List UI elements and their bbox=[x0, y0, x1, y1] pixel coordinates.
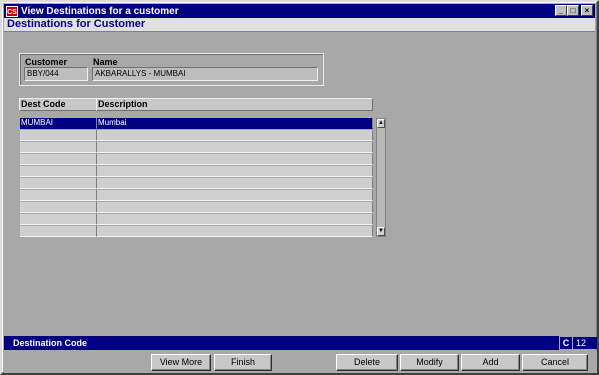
form-header: Destinations for Customer bbox=[4, 18, 595, 32]
window-controls: _ □ × bbox=[555, 5, 593, 16]
table-row[interactable] bbox=[20, 190, 373, 201]
customer-name-field[interactable]: AKBARALLYS - MUMBAI bbox=[92, 67, 318, 81]
status-count: 12 bbox=[573, 337, 597, 349]
dest-code-cell[interactable] bbox=[20, 202, 97, 213]
description-cell[interactable] bbox=[97, 166, 373, 177]
description-cell[interactable] bbox=[97, 214, 373, 225]
dest-code-cell[interactable] bbox=[20, 190, 97, 201]
modify-button[interactable]: Modify bbox=[400, 354, 459, 371]
form-title: Destinations for Customer bbox=[7, 18, 146, 30]
table-row[interactable] bbox=[20, 202, 373, 213]
close-icon[interactable]: × bbox=[581, 5, 593, 16]
scroll-down-icon[interactable]: ▼ bbox=[377, 227, 385, 236]
description-cell[interactable] bbox=[97, 190, 373, 201]
grid-scrollbar[interactable]: ▲ ▼ bbox=[376, 118, 386, 237]
dest-code-cell[interactable]: MUMBAI bbox=[20, 118, 97, 129]
view-more-button[interactable]: View More bbox=[151, 354, 211, 371]
description-cell[interactable] bbox=[97, 202, 373, 213]
table-row[interactable] bbox=[20, 226, 373, 237]
description-cell[interactable] bbox=[97, 226, 373, 237]
table-row[interactable] bbox=[20, 130, 373, 141]
description-cell[interactable] bbox=[97, 154, 373, 165]
column-header-dest-code[interactable]: Dest Code bbox=[19, 98, 97, 111]
status-mode: C bbox=[560, 337, 572, 349]
main-window: CS View Destinations for a customer _ □ … bbox=[0, 0, 599, 375]
title-bar[interactable]: CS View Destinations for a customer _ □ … bbox=[4, 4, 595, 18]
maximize-icon[interactable]: □ bbox=[567, 5, 579, 16]
column-header-description[interactable]: Description bbox=[96, 98, 373, 111]
description-cell[interactable]: Mumbai bbox=[97, 118, 373, 129]
description-cell[interactable] bbox=[97, 130, 373, 141]
description-cell[interactable] bbox=[97, 142, 373, 153]
table-row[interactable] bbox=[20, 178, 373, 189]
minimize-icon[interactable]: _ bbox=[555, 5, 567, 16]
table-row[interactable] bbox=[20, 166, 373, 177]
dest-code-cell[interactable] bbox=[20, 226, 97, 237]
customer-code-field[interactable]: BBY/044 bbox=[24, 67, 88, 81]
status-bar: Destination Code bbox=[4, 336, 559, 350]
table-row[interactable] bbox=[20, 154, 373, 165]
customer-code-label: Customer bbox=[25, 57, 68, 67]
add-button[interactable]: Add bbox=[461, 354, 520, 371]
cancel-button[interactable]: Cancel bbox=[522, 354, 588, 371]
dest-code-cell[interactable] bbox=[20, 214, 97, 225]
dest-code-cell[interactable] bbox=[20, 130, 97, 141]
customer-name-label: Name bbox=[93, 57, 118, 67]
scroll-up-icon[interactable]: ▲ bbox=[377, 119, 385, 128]
window-title: View Destinations for a customer bbox=[21, 5, 179, 17]
app-icon[interactable]: CS bbox=[6, 5, 18, 17]
destinations-grid: MUMBAI Mumbai bbox=[20, 118, 373, 237]
delete-button[interactable]: Delete bbox=[336, 354, 398, 371]
dest-code-cell[interactable] bbox=[20, 142, 97, 153]
dest-code-cell[interactable] bbox=[20, 154, 97, 165]
table-row[interactable] bbox=[20, 214, 373, 225]
description-cell[interactable] bbox=[97, 178, 373, 189]
table-row[interactable] bbox=[20, 142, 373, 153]
finish-button[interactable]: Finish bbox=[214, 354, 272, 371]
dest-code-cell[interactable] bbox=[20, 166, 97, 177]
table-row[interactable]: MUMBAI Mumbai bbox=[20, 118, 373, 129]
dest-code-cell[interactable] bbox=[20, 178, 97, 189]
